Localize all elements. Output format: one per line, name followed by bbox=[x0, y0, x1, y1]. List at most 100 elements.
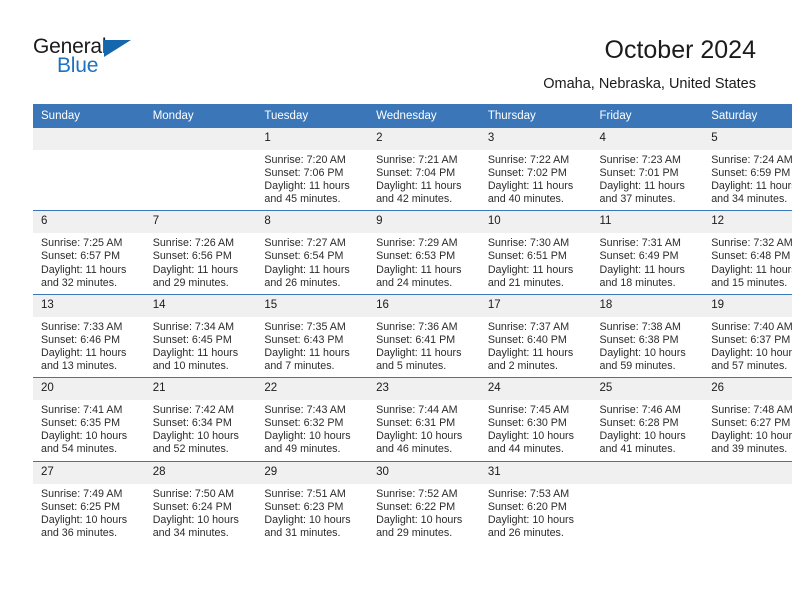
day-number: 17 bbox=[479, 294, 592, 317]
day-details: Sunrise: 7:22 AM Sunset: 7:02 PM Daylight:… bbox=[480, 150, 592, 210]
day-details: Sunrise: 7:53 AM Sunset: 6:20 PM Daylight:… bbox=[480, 484, 592, 544]
calendar-day-cell[interactable]: 20 Sunrise: 7:41 AM Sunset: 6:35 PM Dayligh… bbox=[33, 377, 145, 461]
calendar-day-cell[interactable]: 25 Sunrise: 7:46 AM Sunset: 6:28 PM Dayligh… bbox=[591, 377, 704, 461]
day-details: Sunrise: 7:31 AM Sunset: 6:49 PM Daylight:… bbox=[592, 233, 704, 293]
day-details: Sunrise: 7:36 AM Sunset: 6:41 PM Daylight:… bbox=[368, 317, 480, 377]
sunrise-text: Sunrise: 7:53 AM bbox=[487, 487, 570, 500]
calendar-week-row: 27 Sunrise: 7:49 AM Sunset: 6:25 PM Dayligh… bbox=[33, 460, 792, 544]
sunset-text: Sunset: 6:31 PM bbox=[376, 417, 456, 430]
day-number: 25 bbox=[591, 378, 704, 401]
calendar-day-cell[interactable]: 8 Sunrise: 7:27 AM Sunset: 6:54 PM Daylight… bbox=[256, 210, 369, 295]
daylight-text: Daylight: 10 hours and 46 minutes. bbox=[376, 430, 463, 456]
brand-name-bottom: Blue bbox=[57, 54, 99, 77]
daylight-text: Daylight: 11 hours and 37 minutes. bbox=[599, 180, 685, 206]
sunrise-text: Sunrise: 7:45 AM bbox=[487, 404, 570, 417]
daylight-text: Daylight: 11 hours and 15 minutes. bbox=[711, 263, 792, 289]
day-details: Sunrise: 7:23 AM Sunset: 7:01 PM Daylight:… bbox=[592, 150, 704, 210]
calendar-day-cell[interactable]: 18 Sunrise: 7:38 AM Sunset: 6:38 PM Dayligh… bbox=[591, 293, 704, 378]
calendar-day-cell[interactable]: 17 Sunrise: 7:37 AM Sunset: 6:40 PM Dayligh… bbox=[479, 293, 592, 378]
day-number: 19 bbox=[703, 294, 792, 317]
calendar-day-cell[interactable]: 3 Sunrise: 7:22 AM Sunset: 7:02 PM Daylight… bbox=[479, 128, 592, 211]
calendar-day-cell[interactable]: 31 Sunrise: 7:53 AM Sunset: 6:20 PM Dayligh… bbox=[479, 460, 592, 544]
weekday-header-row: Sunday Monday Tuesday Wednesday Thursday… bbox=[33, 104, 792, 128]
sunset-text: Sunset: 6:54 PM bbox=[264, 250, 344, 263]
weekday-header-wednesday: Wednesday bbox=[368, 104, 480, 128]
weekday-header-sunday: Sunday bbox=[33, 104, 145, 128]
calendar-day-cell[interactable]: 30 Sunrise: 7:52 AM Sunset: 6:22 PM Dayligh… bbox=[368, 460, 480, 544]
calendar-day-cell[interactable]: 4 Sunrise: 7:23 AM Sunset: 7:01 PM Daylight… bbox=[591, 128, 704, 211]
sunset-text: Sunset: 6:30 PM bbox=[487, 417, 567, 430]
sunrise-text: Sunrise: 7:30 AM bbox=[487, 237, 570, 250]
sunrise-text: Sunrise: 7:36 AM bbox=[376, 320, 458, 333]
page-subtitle: Omaha, Nebraska, United States bbox=[543, 76, 756, 92]
day-details: Sunrise: 7:38 AM Sunset: 6:38 PM Daylight:… bbox=[592, 317, 704, 377]
triangle-icon bbox=[104, 40, 131, 57]
daylight-text: Daylight: 11 hours and 34 minutes. bbox=[711, 180, 792, 206]
sunrise-text: Sunrise: 7:22 AM bbox=[487, 154, 570, 166]
calendar-day-cell[interactable]: 22 Sunrise: 7:43 AM Sunset: 6:32 PM Dayligh… bbox=[256, 377, 369, 461]
daylight-text: Daylight: 10 hours and 52 minutes. bbox=[152, 430, 239, 456]
day-number: 13 bbox=[33, 294, 145, 317]
calendar-day-cell[interactable]: 10 Sunrise: 7:30 AM Sunset: 6:51 PM Dayligh… bbox=[479, 210, 592, 295]
daylight-text: Daylight: 10 hours and 36 minutes. bbox=[41, 513, 128, 539]
day-number: 16 bbox=[368, 294, 480, 317]
sunset-text: Sunset: 6:24 PM bbox=[152, 500, 232, 513]
calendar-day-cell[interactable]: 12 Sunrise: 7:32 AM Sunset: 6:48 PM Dayligh… bbox=[703, 210, 792, 295]
calendar-day-cell[interactable]: 7 Sunrise: 7:26 AM Sunset: 6:56 PM Daylight… bbox=[144, 210, 257, 295]
day-number: 14 bbox=[144, 294, 257, 317]
brand-logo[interactable]: General Blue bbox=[33, 36, 233, 86]
day-number: 31 bbox=[479, 461, 592, 484]
sunset-text: Sunset: 7:02 PM bbox=[487, 167, 567, 180]
daylight-text: Daylight: 10 hours and 39 minutes. bbox=[711, 430, 792, 456]
calendar-day-cell[interactable]: 29 Sunrise: 7:51 AM Sunset: 6:23 PM Dayligh… bbox=[256, 460, 369, 544]
calendar-day-cell[interactable]: 14 Sunrise: 7:34 AM Sunset: 6:45 PM Dayligh… bbox=[144, 293, 257, 378]
day-number: 8 bbox=[256, 211, 369, 234]
daylight-text: Daylight: 11 hours and 32 minutes. bbox=[41, 263, 127, 289]
calendar-day-cell[interactable]: 26 Sunrise: 7:48 AM Sunset: 6:27 PM Dayligh… bbox=[703, 377, 792, 461]
calendar-day-cell[interactable]: 2 Sunrise: 7:21 AM Sunset: 7:04 PM Daylight… bbox=[368, 128, 480, 211]
calendar-day-cell[interactable]: 13 Sunrise: 7:33 AM Sunset: 6:46 PM Dayligh… bbox=[33, 293, 145, 378]
calendar-day-cell[interactable]: 15 Sunrise: 7:35 AM Sunset: 6:43 PM Dayligh… bbox=[256, 293, 369, 378]
calendar-day-cell[interactable]: 6 Sunrise: 7:25 AM Sunset: 6:57 PM Daylight… bbox=[33, 210, 145, 295]
day-number: 22 bbox=[256, 378, 369, 401]
day-details: Sunrise: 7:37 AM Sunset: 6:40 PM Daylight:… bbox=[480, 317, 592, 377]
sunset-text: Sunset: 7:06 PM bbox=[264, 167, 344, 180]
day-number: 20 bbox=[33, 378, 145, 401]
day-number bbox=[703, 461, 792, 484]
day-number: 24 bbox=[479, 378, 592, 401]
calendar-day-cell[interactable]: 27 Sunrise: 7:49 AM Sunset: 6:25 PM Dayligh… bbox=[33, 460, 145, 544]
sunrise-text: Sunrise: 7:37 AM bbox=[487, 320, 570, 333]
calendar-day-cell[interactable]: 24 Sunrise: 7:45 AM Sunset: 6:30 PM Dayligh… bbox=[479, 377, 592, 461]
calendar-day-cell[interactable]: 11 Sunrise: 7:31 AM Sunset: 6:49 PM Dayligh… bbox=[591, 210, 704, 295]
calendar-day-cell[interactable]: 9 Sunrise: 7:29 AM Sunset: 6:53 PM Daylight… bbox=[368, 210, 480, 295]
day-details: Sunrise: 7:27 AM Sunset: 6:54 PM Daylight:… bbox=[256, 233, 368, 293]
calendar-day-cell[interactable]: 5 Sunrise: 7:24 AM Sunset: 6:59 PM Daylight… bbox=[703, 128, 792, 211]
sunset-text: Sunset: 6:51 PM bbox=[487, 250, 567, 263]
sunset-text: Sunset: 7:01 PM bbox=[599, 167, 679, 180]
daylight-text: Daylight: 11 hours and 2 minutes. bbox=[487, 346, 574, 373]
calendar-day-cell[interactable]: 28 Sunrise: 7:50 AM Sunset: 6:24 PM Dayligh… bbox=[144, 460, 257, 544]
sunset-text: Sunset: 6:32 PM bbox=[264, 417, 344, 430]
day-details: Sunrise: 7:30 AM Sunset: 6:51 PM Daylight:… bbox=[480, 233, 592, 293]
calendar-day-cell[interactable]: 23 Sunrise: 7:44 AM Sunset: 6:31 PM Dayligh… bbox=[368, 377, 480, 461]
daylight-text: Daylight: 10 hours and 54 minutes. bbox=[41, 430, 128, 456]
sunset-text: Sunset: 6:59 PM bbox=[711, 167, 791, 180]
day-number: 11 bbox=[591, 211, 704, 234]
calendar-day-cell[interactable]: 16 Sunrise: 7:36 AM Sunset: 6:41 PM Dayligh… bbox=[368, 293, 480, 378]
day-number: 6 bbox=[33, 211, 145, 234]
day-number: 23 bbox=[368, 378, 480, 401]
calendar-day-cell[interactable]: 1 Sunrise: 7:20 AM Sunset: 7:06 PM Daylight… bbox=[256, 128, 369, 211]
sunrise-text: Sunrise: 7:34 AM bbox=[152, 320, 235, 333]
daylight-text: Daylight: 10 hours and 41 minutes. bbox=[599, 430, 686, 456]
sunrise-text: Sunrise: 7:21 AM bbox=[376, 154, 458, 166]
sunset-text: Sunset: 6:49 PM bbox=[599, 250, 679, 263]
sunrise-text: Sunrise: 7:43 AM bbox=[264, 404, 346, 417]
calendar-day-cell[interactable]: 21 Sunrise: 7:42 AM Sunset: 6:34 PM Dayligh… bbox=[144, 377, 257, 461]
calendar-day-cell-empty bbox=[703, 460, 792, 544]
sunset-text: Sunset: 6:34 PM bbox=[152, 417, 232, 430]
sunset-text: Sunset: 6:56 PM bbox=[152, 250, 232, 263]
day-number: 15 bbox=[256, 294, 369, 317]
calendar-day-cell[interactable]: 19 Sunrise: 7:40 AM Sunset: 6:37 PM Dayligh… bbox=[703, 293, 792, 378]
sunset-text: Sunset: 6:41 PM bbox=[376, 333, 456, 346]
daylight-text: Daylight: 11 hours and 26 minutes. bbox=[264, 263, 350, 289]
